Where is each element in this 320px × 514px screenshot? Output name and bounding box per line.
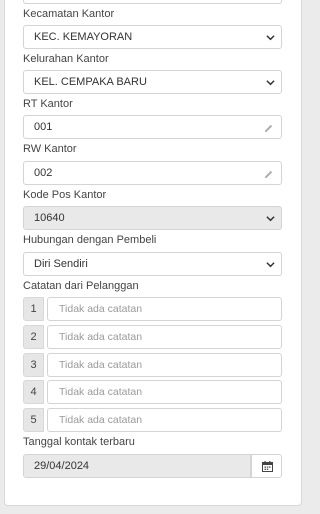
hubungan-select[interactable]: Diri Sendiri [23,252,282,276]
kelurahan-label: Kelurahan Kantor [23,53,109,65]
kodepos-label: Kode Pos Kantor [23,189,107,201]
note-input[interactable]: Tidak ada catatan [47,380,282,404]
kelurahan-select[interactable]: KEL. CEMPAKA BARU [23,70,282,94]
note-input[interactable]: Tidak ada catatan [47,297,282,321]
tanggal-input[interactable]: 29/04/2024 [23,454,251,478]
rt-value: 001 [34,121,53,133]
rw-label: RW Kantor [23,143,77,155]
tanggal-label: Tanggal kontak terbaru [23,436,135,448]
kecamatan-value: KEC. KEMAYORAN [34,31,133,43]
rt-input[interactable]: 001 [23,115,282,139]
kecamatan-select[interactable]: KEC. KEMAYORAN [23,25,282,49]
chevron-down-icon [266,216,275,222]
kelurahan-value: KEL. CEMPAKA BARU [34,76,147,88]
note-number: 1 [23,297,44,321]
note-number: 5 [23,408,44,432]
rw-input[interactable]: 002 [23,161,282,185]
note-placeholder: Tidak ada catatan [59,359,143,371]
tanggal-value: 29/04/2024 [34,460,90,472]
pencil-icon [264,124,273,133]
rt-label: RT Kantor [23,98,73,110]
chevron-down-icon [266,262,275,268]
note-placeholder: Tidak ada catatan [59,414,143,426]
calendar-icon [262,461,273,472]
note-placeholder: Tidak ada catatan [59,386,143,398]
hubungan-label: Hubungan dengan Pembeli [23,234,157,246]
kodepos-select[interactable]: 10640 [23,206,282,230]
note-input[interactable]: Tidak ada catatan [47,408,282,432]
previous-field-edge [23,0,282,4]
note-input[interactable]: Tidak ada catatan [47,353,282,377]
chevron-down-icon [266,35,275,41]
calendar-button[interactable] [251,454,282,478]
note-number: 3 [23,353,44,377]
kodepos-value: 10640 [34,212,65,224]
note-placeholder: Tidak ada catatan [59,331,143,343]
rw-value: 002 [34,167,53,179]
pencil-icon [264,170,273,179]
catatan-label: Catatan dari Pelanggan [23,280,139,292]
note-number: 4 [23,380,44,404]
note-placeholder: Tidak ada catatan [59,303,143,315]
kecamatan-label: Kecamatan Kantor [23,8,115,20]
chevron-down-icon [266,80,275,86]
hubungan-value: Diri Sendiri [34,258,88,270]
note-number: 2 [23,325,44,349]
note-input[interactable]: Tidak ada catatan [47,325,282,349]
